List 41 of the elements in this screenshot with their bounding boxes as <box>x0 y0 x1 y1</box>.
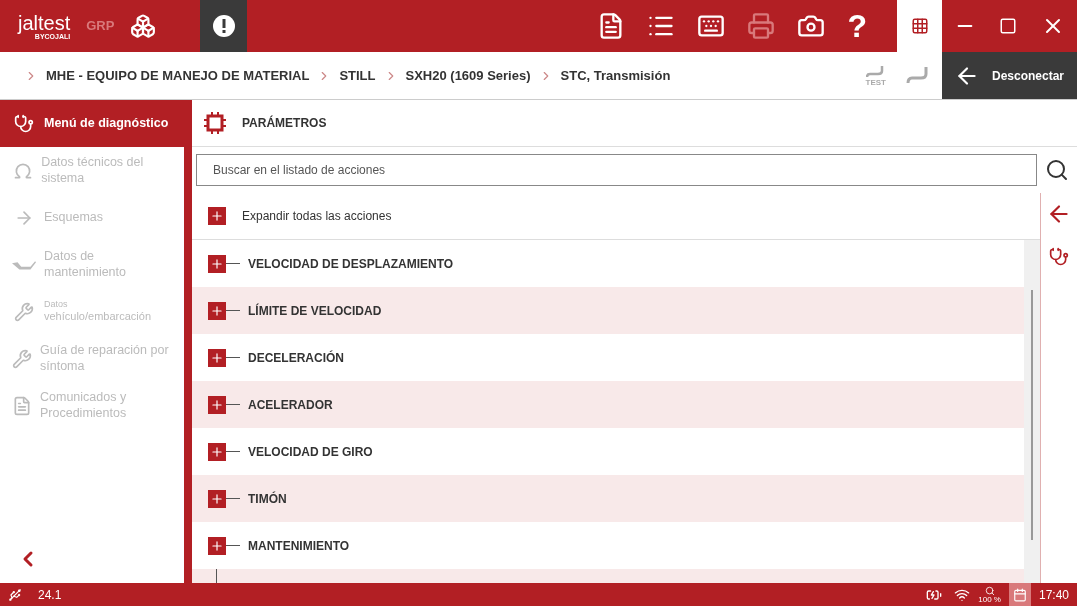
chip-icon <box>204 112 226 134</box>
breadcrumb-item[interactable]: SXH20 (1609 Series) <box>405 65 531 86</box>
cubes-icon[interactable] <box>130 13 157 39</box>
calendar-button[interactable] <box>1008 583 1031 606</box>
version-label: 24.1 <box>38 586 62 604</box>
search-icon[interactable] <box>1045 158 1069 182</box>
breadcrumb-item[interactable]: STILL <box>339 65 376 86</box>
clock: 17:40 <box>1038 586 1069 604</box>
sidebar-item[interactable]: Menú de diagnóstico <box>0 100 184 147</box>
wrench-icon <box>14 301 34 322</box>
document-icon <box>12 395 32 416</box>
plus-icon <box>210 209 224 223</box>
stethoscope-icon[interactable] <box>1049 247 1069 267</box>
action-row[interactable]: TIMÓN <box>192 475 1024 522</box>
usb-icon <box>8 587 22 602</box>
alert-button[interactable] <box>200 0 247 52</box>
maximize-icon[interactable] <box>999 17 1018 35</box>
action-row[interactable]: LÍMITE DE VELOCIDAD <box>192 287 1024 334</box>
plus-icon <box>210 256 224 271</box>
zoom-icon <box>984 585 995 596</box>
scrollbar-thumb[interactable] <box>1031 290 1033 540</box>
plus-icon <box>210 491 224 506</box>
grp-label: GRP <box>86 17 115 36</box>
plus-icon <box>210 397 224 412</box>
breadcrumb-item[interactable]: STC, Transmisión <box>560 65 671 86</box>
breadcrumb-item[interactable]: MHE - EQUIPO DE MANEJO DE MATERIAL <box>46 65 310 86</box>
plus-icon <box>210 303 224 318</box>
search-field[interactable]: Buscar en el listado de acciones <box>196 154 1037 186</box>
help-button[interactable]: ? <box>847 2 867 50</box>
plus-icon <box>210 350 224 365</box>
calendar-icon <box>1012 587 1027 602</box>
disconnect-button[interactable]: Desconectar <box>942 52 1077 99</box>
zoom-label: 100 % <box>978 595 1001 604</box>
action-row[interactable]: ACELERADOR <box>192 381 1024 428</box>
panel-title: PARÁMETROS <box>242 114 327 132</box>
apps-grid-icon[interactable] <box>910 17 929 35</box>
plus-icon <box>210 538 224 553</box>
connector-icon <box>865 64 886 79</box>
alert-icon <box>212 15 235 37</box>
stethoscope-icon <box>14 113 34 134</box>
plus-icon <box>210 444 224 459</box>
